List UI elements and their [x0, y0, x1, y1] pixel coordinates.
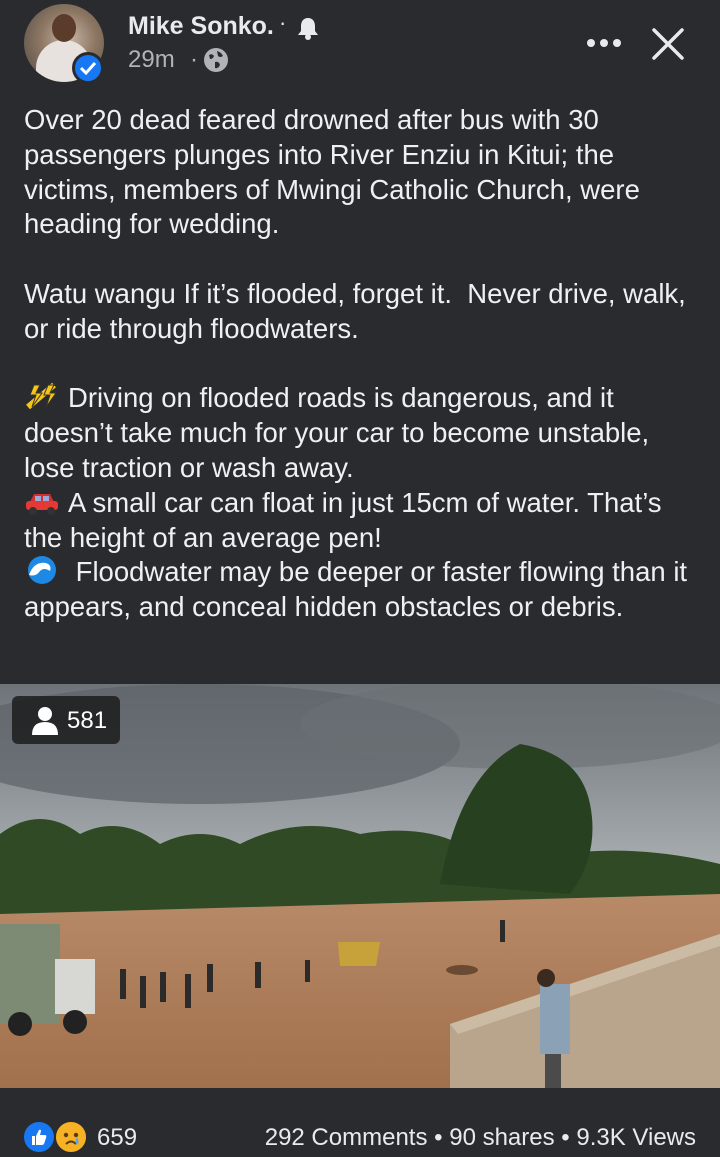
stats-separator: •: [554, 1124, 577, 1151]
bell-icon[interactable]: [297, 16, 319, 45]
header-separator: ·: [279, 10, 287, 35]
globe-icon: [203, 47, 229, 78]
post-video[interactable]: [0, 684, 720, 1088]
post-tip-1: Driving on flooded roads is dangerous, a…: [24, 382, 657, 483]
close-icon[interactable]: [650, 26, 686, 62]
warning-lightning-emoji-icon: [24, 381, 60, 410]
stats-separator: •: [427, 1124, 450, 1151]
comments-count[interactable]: 292 Comments: [265, 1124, 428, 1151]
car-emoji-icon: [24, 488, 60, 516]
post-timestamp[interactable]: 29m: [128, 46, 175, 74]
like-reaction-icon[interactable]: [24, 1122, 54, 1152]
post-footer: 659 292 Comments • 90 shares • 9.3K View…: [0, 1098, 720, 1157]
time-separator: ·: [190, 46, 198, 73]
person-icon: [30, 705, 60, 740]
shares-count[interactable]: 90 shares: [449, 1124, 554, 1151]
more-icon[interactable]: [583, 28, 625, 58]
post-body: Over 20 dead feared drowned after bus wi…: [24, 103, 704, 625]
post-stats: 292 Comments • 90 shares • 9.3K Views: [265, 1124, 696, 1152]
verified-badge-icon: [72, 52, 104, 84]
views-count: 9.3K Views: [576, 1124, 696, 1151]
viewer-count: 581: [67, 707, 108, 734]
post-tip-3: Floodwater may be deeper or faster flowi…: [24, 556, 695, 623]
sad-reaction-icon[interactable]: [54, 1120, 88, 1154]
post-paragraph-1: Over 20 dead feared drowned after bus wi…: [24, 104, 648, 240]
reaction-count[interactable]: 659: [97, 1124, 137, 1152]
post-paragraph-2: Watu wangu If it’s flooded, forget it. N…: [24, 277, 694, 344]
post-tip-2: A small car can float in just 15cm of wa…: [24, 486, 670, 553]
post-header: Mike Sonko. · 29m ·: [0, 0, 720, 90]
viewer-count-badge: 581: [12, 696, 120, 744]
wave-emoji-icon: [24, 555, 60, 585]
author-name[interactable]: Mike Sonko.: [128, 12, 274, 41]
